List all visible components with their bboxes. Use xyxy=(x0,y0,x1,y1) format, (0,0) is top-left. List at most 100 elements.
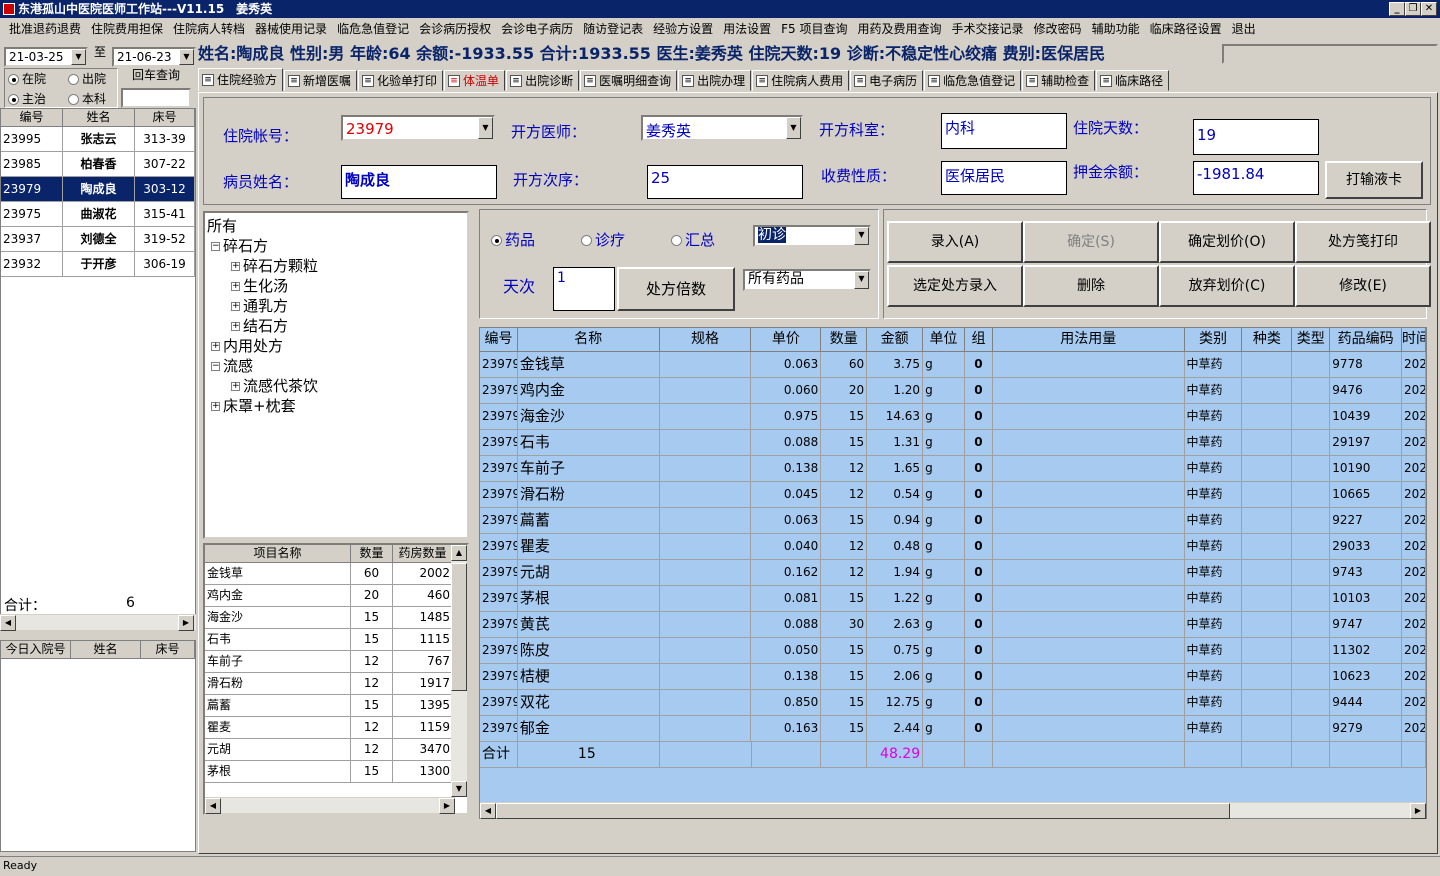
item-row[interactable]: 萹蓄 15 1395 xyxy=(205,695,467,717)
menu-item[interactable]: 退出 xyxy=(1227,18,1261,40)
maximize-button[interactable]: ❐ xyxy=(1405,2,1421,16)
radio-drug[interactable]: 药品 xyxy=(491,229,535,250)
scroll-up-icon[interactable]: ▲ xyxy=(451,545,467,561)
vertical-scrollbar[interactable]: ▲ ▼ xyxy=(451,545,467,797)
rx-row[interactable]: 23979元胡 0.162121.94g0 中草药 97432021-06-2 xyxy=(480,560,1426,586)
menu-item[interactable]: 经验方设置 xyxy=(648,18,718,40)
menu-item[interactable]: 临床路径设置 xyxy=(1145,18,1227,40)
menu-item[interactable]: 用法设置 xyxy=(718,18,776,40)
action-button-6[interactable]: 放弃划价(C) xyxy=(1159,265,1295,307)
rx-row[interactable]: 23979车前子 0.138121.65g0 中草药 101902021-06-2 xyxy=(480,456,1426,482)
menu-item[interactable]: 批准退药退费 xyxy=(4,18,86,40)
rx-col-header[interactable]: 编号 xyxy=(480,328,518,352)
rx-row[interactable]: 23979陈皮 0.050150.75g0 中草药 113022021-06-2 xyxy=(480,638,1426,664)
collapse-icon[interactable]: − xyxy=(211,362,220,371)
action-button-5[interactable]: 删除 xyxy=(1023,265,1159,307)
radio-main[interactable]: 主治 xyxy=(8,90,46,107)
item-row[interactable]: 海金沙 15 1485 xyxy=(205,607,467,629)
scroll-left-icon[interactable]: ◀ xyxy=(480,803,496,819)
days-count-input[interactable]: 1 xyxy=(553,267,615,311)
menu-item[interactable]: 用药及费用查询 xyxy=(853,18,947,40)
col-header[interactable]: 编号 xyxy=(1,109,63,127)
rx-col-header[interactable]: 用法用量 xyxy=(992,328,1185,352)
tree-node[interactable]: + 内用处方 xyxy=(211,335,283,356)
rx-row[interactable]: 23979石韦 0.088151.31g0 中草药 291972021-06-2 xyxy=(480,430,1426,456)
print-infusion-button[interactable]: 打输液卡 xyxy=(1325,161,1423,199)
rx-col-header[interactable]: 金额 xyxy=(867,328,924,352)
rx-row[interactable]: 23979黄芪 0.088302.63g0 中草药 97472021-06-2 xyxy=(480,612,1426,638)
horizontal-scrollbar[interactable]: ◀ ▶ xyxy=(205,797,455,814)
tree-node[interactable]: + 结石方 xyxy=(231,315,288,336)
rx-row[interactable]: 23979萹蓄 0.063150.94g0 中草药 92272021-06-2 xyxy=(480,508,1426,534)
expand-icon[interactable]: + xyxy=(211,402,220,411)
tree-node[interactable]: + 生化汤 xyxy=(231,275,288,296)
item-row[interactable]: 车前子 12 767 xyxy=(205,651,467,673)
close-button[interactable]: ✕ xyxy=(1421,2,1437,16)
scroll-down-icon[interactable]: ▼ xyxy=(451,781,467,797)
radio-inpatient[interactable]: 在院 xyxy=(8,70,46,87)
scroll-right-icon[interactable]: ▶ xyxy=(178,615,194,631)
item-row[interactable]: 石韦 15 1115 xyxy=(205,629,467,651)
menu-item[interactable]: 会诊病历授权 xyxy=(414,18,496,40)
col-header[interactable]: 床号 xyxy=(135,109,195,127)
item-row[interactable]: 滑石粉 12 1917 xyxy=(205,673,467,695)
rx-row[interactable]: 23979双花 0.8501512.75g0 中草药 94442021-06-2 xyxy=(480,690,1426,716)
action-button-3[interactable]: 处方笺打印 xyxy=(1295,221,1431,263)
deposit-field[interactable]: -1981.84 xyxy=(1193,161,1319,195)
rx-col-header[interactable]: 单位 xyxy=(923,328,965,352)
tab-11[interactable]: ≡ 临床路径 xyxy=(1096,70,1170,91)
rx-row[interactable]: 23979鸡内金 0.060201.20g0 中草药 94762021-06-2 xyxy=(480,378,1426,404)
tab-9[interactable]: ≡ 临危急值登记 xyxy=(924,70,1022,91)
col-header[interactable]: 姓名 xyxy=(63,109,135,127)
menu-item[interactable]: 住院病人转档 xyxy=(168,18,250,40)
rx-col-header[interactable]: 单价 xyxy=(751,328,822,352)
rx-row[interactable]: 23979金钱草 0.063603.75g0 中草药 97782021-06-2 xyxy=(480,352,1426,378)
multiple-button[interactable]: 处方倍数 xyxy=(617,267,735,311)
item-row[interactable]: 茅根 15 1300 xyxy=(205,761,467,783)
action-button-2[interactable]: 确定划价(O) xyxy=(1159,221,1295,263)
tab-2[interactable]: ≡ 化验单打印 xyxy=(358,70,444,91)
horizontal-scrollbar[interactable]: ◀ ▶ xyxy=(0,614,196,631)
menu-item[interactable]: F5 项目查询 xyxy=(776,18,852,40)
item-row[interactable]: 瞿麦 12 1159 xyxy=(205,717,467,739)
patient-row[interactable]: 23979 陶成良 303-12 xyxy=(1,177,195,202)
menu-item[interactable]: 手术交接记录 xyxy=(947,18,1029,40)
rx-col-header[interactable]: 时间 xyxy=(1402,328,1426,352)
rx-row[interactable]: 23979桔梗 0.138152.06g0 中草药 106232021-06-2 xyxy=(480,664,1426,690)
menu-item[interactable]: 修改密码 xyxy=(1029,18,1087,40)
name-field[interactable]: 陶成良 xyxy=(341,165,497,199)
rx-col-header[interactable]: 药品编码 xyxy=(1330,328,1403,352)
collapse-icon[interactable]: − xyxy=(211,242,220,251)
rx-col-header[interactable]: 类别 xyxy=(1184,328,1243,352)
col-header[interactable]: 数量 xyxy=(351,545,393,563)
menu-item[interactable]: 随访登记表 xyxy=(578,18,648,40)
seq-field[interactable]: 25 xyxy=(647,165,803,199)
account-select[interactable]: 23979 ▼ xyxy=(341,115,495,141)
fee-field[interactable]: 医保居民 xyxy=(941,161,1067,195)
rx-col-header[interactable]: 规格 xyxy=(659,328,752,352)
rx-row[interactable]: 23979瞿麦 0.040120.48g0 中草药 290332021-06-2 xyxy=(480,534,1426,560)
col-header[interactable]: 药房数量 xyxy=(393,545,453,563)
menu-item[interactable]: 临危急值登记 xyxy=(332,18,414,40)
drug-filter-select[interactable]: 所有药品 ▼ xyxy=(743,269,871,291)
action-button-4[interactable]: 选定处方录入 xyxy=(887,265,1023,307)
tree-node[interactable]: 所有 xyxy=(207,215,237,236)
menu-item[interactable]: 会诊电子病历 xyxy=(496,18,578,40)
col-header[interactable]: 项目名称 xyxy=(205,545,351,563)
patient-row[interactable]: 23932 于开彦 306-19 xyxy=(1,252,195,277)
visit-type-select[interactable]: 初诊 ▼ xyxy=(753,225,871,247)
tab-4[interactable]: ≡ 出院诊断 xyxy=(506,70,580,91)
tab-5[interactable]: ≡ 医嘱明细查询 xyxy=(580,70,678,91)
tab-3[interactable]: ≡ 体温单 xyxy=(444,70,506,91)
radio-dept[interactable]: 本科 xyxy=(68,90,106,107)
expand-icon[interactable]: + xyxy=(231,262,240,271)
tab-1[interactable]: ≡ 新增医嘱 xyxy=(284,70,358,91)
date-to-select[interactable]: 21-06-23 ▼ xyxy=(112,47,196,67)
tree-node[interactable]: + 流感代茶饮 xyxy=(231,375,318,396)
col-header[interactable]: 姓名 xyxy=(71,641,141,659)
radio-discharged[interactable]: 出院 xyxy=(68,70,106,87)
expand-icon[interactable]: + xyxy=(231,382,240,391)
action-button-0[interactable]: 录入(A) xyxy=(887,221,1023,263)
tree-node[interactable]: + 碎石方颗粒 xyxy=(231,255,318,276)
rx-row[interactable]: 23979海金沙 0.9751514.63g0 中草药 104392021-06-2 xyxy=(480,404,1426,430)
